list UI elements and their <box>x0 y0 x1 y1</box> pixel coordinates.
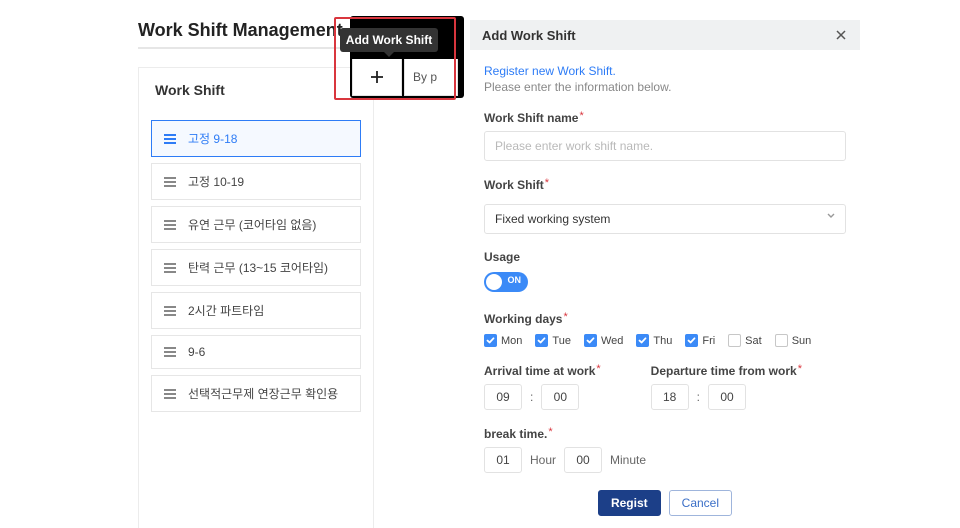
drag-handle-icon <box>162 133 178 145</box>
hour-word: Hour <box>530 453 556 467</box>
working-day-option[interactable]: Wed <box>584 334 623 347</box>
working-day-label: Tue <box>552 335 571 347</box>
work-shift-list-card: Work Shift 고정 9-18고정 10-19유연 근무 (코어타임 없음… <box>138 67 374 528</box>
departure-time-label: Departure time from work <box>651 364 797 378</box>
cancel-button[interactable]: Cancel <box>669 490 732 516</box>
arrival-minute-input[interactable] <box>541 384 579 410</box>
required-mark: * <box>579 110 583 122</box>
minute-word: Minute <box>610 453 646 467</box>
working-day-option[interactable]: Fri <box>685 334 715 347</box>
checkbox-icon <box>728 334 741 347</box>
toggle-on-label: ON <box>508 275 522 285</box>
arrival-time-label: Arrival time at work <box>484 364 595 378</box>
work-shift-type-label: Work Shift <box>484 178 544 192</box>
working-day-option[interactable]: Sat <box>728 334 762 347</box>
drag-handle-icon <box>162 262 178 274</box>
work-shift-type-select[interactable] <box>484 204 846 234</box>
usage-label: Usage <box>484 250 846 264</box>
work-shift-item-label: 탄력 근무 (13~15 코어타임) <box>188 259 328 276</box>
work-shift-item-label: 고정 9-18 <box>188 130 237 147</box>
work-shift-item-label: 2시간 파트타임 <box>188 302 264 319</box>
time-colon: : <box>530 390 533 404</box>
work-shift-list-item[interactable]: 탄력 근무 (13~15 코어타임) <box>151 249 361 286</box>
required-mark: * <box>545 177 549 189</box>
required-mark: * <box>548 426 552 438</box>
time-colon: : <box>697 390 700 404</box>
checkbox-icon <box>535 334 548 347</box>
work-shift-item-label: 고정 10-19 <box>188 173 244 190</box>
panel-hint-link: Register new Work Shift. <box>484 64 846 78</box>
panel-title: Add Work Shift <box>482 28 576 43</box>
checkbox-icon <box>484 334 497 347</box>
working-day-option[interactable]: Tue <box>535 334 571 347</box>
break-hour-input[interactable] <box>484 447 522 473</box>
drag-handle-icon <box>162 176 178 188</box>
work-shift-name-input[interactable] <box>484 131 846 161</box>
break-minute-input[interactable] <box>564 447 602 473</box>
work-shift-list-item[interactable]: 고정 9-18 <box>151 120 361 157</box>
checkbox-icon <box>584 334 597 347</box>
close-icon <box>835 29 847 41</box>
working-day-label: Sat <box>745 335 762 347</box>
departure-minute-input[interactable] <box>708 384 746 410</box>
toggle-knob <box>486 274 502 290</box>
drag-handle-icon <box>162 388 178 400</box>
annotation-highlight <box>334 17 456 100</box>
working-day-label: Wed <box>601 335 623 347</box>
checkbox-icon <box>685 334 698 347</box>
checkbox-icon <box>775 334 788 347</box>
work-shift-list-item[interactable]: 유연 근무 (코어타임 없음) <box>151 206 361 243</box>
drag-handle-icon <box>162 219 178 231</box>
work-shift-list-item[interactable]: 2시간 파트타임 <box>151 292 361 329</box>
departure-hour-input[interactable] <box>651 384 689 410</box>
regist-button[interactable]: Regist <box>598 490 661 516</box>
drag-handle-icon <box>162 346 178 358</box>
usage-toggle[interactable]: ON <box>484 272 528 292</box>
work-shift-list-item[interactable]: 선택적근무제 연장근무 확인용 <box>151 375 361 412</box>
add-work-shift-panel: Add Work Shift Register new Work Shift. … <box>470 20 860 520</box>
working-days-label: Working days <box>484 312 562 326</box>
checkbox-icon <box>636 334 649 347</box>
work-shift-name-label: Work Shift name <box>484 111 578 125</box>
required-mark: * <box>798 363 802 375</box>
working-day-label: Fri <box>702 335 715 347</box>
panel-hint-sub: Please enter the information below. <box>484 80 846 94</box>
panel-close-button[interactable] <box>832 26 850 44</box>
working-day-option[interactable]: Sun <box>775 334 812 347</box>
working-day-option[interactable]: Thu <box>636 334 672 347</box>
work-shift-item-label: 선택적근무제 연장근무 확인용 <box>188 385 338 402</box>
work-shift-item-label: 9-6 <box>188 345 205 359</box>
working-day-label: Thu <box>653 335 672 347</box>
working-day-option[interactable]: Mon <box>484 334 522 347</box>
work-shift-list-item[interactable]: 고정 10-19 <box>151 163 361 200</box>
work-shift-list-item[interactable]: 9-6 <box>151 335 361 369</box>
work-shift-item-label: 유연 근무 (코어타임 없음) <box>188 216 316 233</box>
drag-handle-icon <box>162 305 178 317</box>
working-day-label: Sun <box>792 335 812 347</box>
break-time-label: break time. <box>484 427 547 441</box>
required-mark: * <box>596 363 600 375</box>
working-day-label: Mon <box>501 335 522 347</box>
arrival-hour-input[interactable] <box>484 384 522 410</box>
required-mark: * <box>563 311 567 323</box>
